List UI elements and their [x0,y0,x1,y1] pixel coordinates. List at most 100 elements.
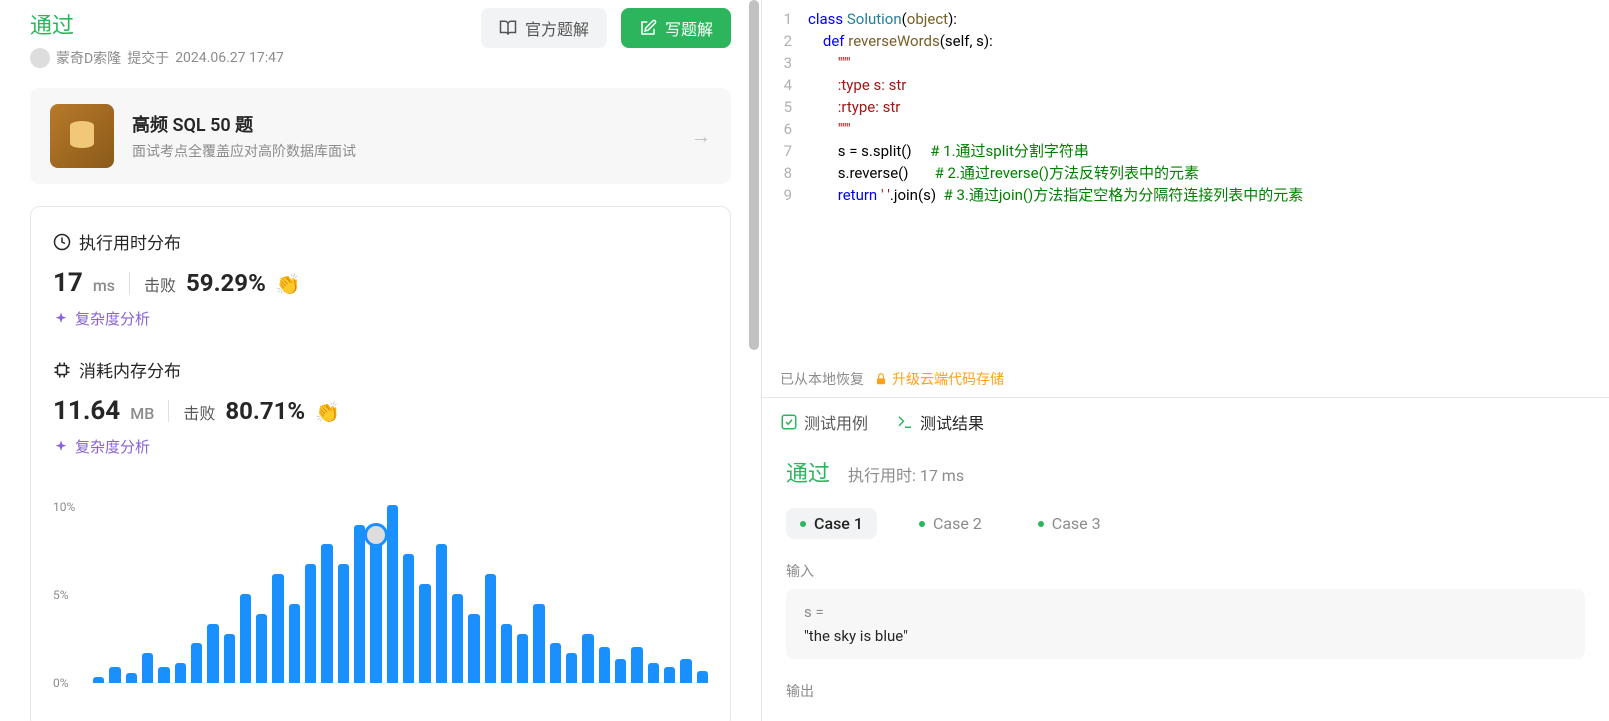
chart-bar[interactable] [289,604,300,683]
clock-icon [53,233,71,251]
runtime-beat: 59.29% [186,269,266,297]
chart-bar[interactable] [501,624,512,683]
chart-bar[interactable] [680,659,691,683]
chart-bar[interactable] [158,667,169,683]
submit-time: 2024.06.27 17:47 [175,50,284,66]
tab-testcase[interactable]: 测试用例 [780,410,868,434]
input-box[interactable]: s = "the sky is blue" [786,589,1585,659]
chart-bar[interactable] [93,677,104,683]
chart-bar[interactable] [452,594,463,683]
chart-bar[interactable] [256,614,267,683]
chart-bar[interactable] [648,663,659,683]
y-axis-label: 0% [53,676,69,690]
chart-bar[interactable] [599,647,610,683]
chart-marker [364,523,388,547]
promo-card[interactable]: 高频 SQL 50 题 面试考点全覆盖应对高阶数据库面试 → [30,88,731,184]
chart-bar[interactable] [240,594,251,683]
chart-bar[interactable] [126,673,137,683]
chart-bar[interactable] [615,659,626,683]
input-label: 输入 [786,561,1585,581]
sparkle-icon [53,439,69,455]
scrollbar[interactable] [747,0,761,721]
chip-icon [53,361,71,379]
check-square-icon [780,413,798,431]
promo-title: 高频 SQL 50 题 [132,111,673,137]
stats-card: 执行用时分布 17 ms 击败 59.29% 👏 复杂度分析 [30,206,731,721]
result-status: 通过 [786,456,830,488]
chart-bar[interactable] [224,634,235,684]
chart-bar[interactable] [664,667,675,683]
memory-beat-label: 击败 [183,400,215,424]
right-panel: 1class Solution(object):2 def reverseWor… [762,0,1609,721]
database-icon [50,104,114,168]
runtime-unit: ms [93,276,115,295]
left-panel: 通过 蒙奇D索隆 提交于 2024.06.27 17:47 官方题解 写题解 [0,0,762,721]
chart-bar[interactable] [566,653,577,683]
promo-subtitle: 面试考点全覆盖应对高阶数据库面试 [132,141,673,161]
chart-bar[interactable] [142,653,153,683]
status-accepted: 通过 [30,8,284,40]
chart-bar[interactable] [468,614,479,683]
input-value: "the sky is blue" [804,627,1567,645]
chart-bar[interactable] [207,624,218,683]
status-dot-icon [1038,521,1044,527]
complexity-link-runtime[interactable]: 复杂度分析 [53,308,708,329]
terminal-icon [896,413,914,431]
runtime-value: 17 [53,268,83,298]
chart-bar[interactable] [175,663,186,683]
restore-label: 已从本地恢复 [780,369,864,389]
chart-bar[interactable] [370,535,381,684]
author-name[interactable]: 蒙奇D索隆 [56,48,121,68]
y-axis-label: 10% [53,500,75,514]
chart-bar[interactable] [191,643,202,683]
output-label: 输出 [786,681,1585,701]
chart-bar[interactable] [550,643,561,683]
scrollbar-thumb[interactable] [749,0,759,350]
memory-value: 11.64 [53,396,120,426]
result-time: 执行用时: 17 ms [848,466,964,485]
runtime-beat-label: 击败 [144,272,176,296]
arrow-right-icon: → [691,124,711,149]
chart-bar[interactable] [419,584,430,683]
chart-bar[interactable] [517,634,528,684]
status-dot-icon [919,521,925,527]
book-icon [499,19,517,37]
upgrade-cloud-link[interactable]: 升级云端代码存储 [874,369,1004,389]
runtime-title: 执行用时分布 [79,229,181,254]
chart-bar[interactable] [354,525,365,683]
memory-distribution-chart[interactable]: 10% 5% 0% [53,485,708,705]
case-tab-3[interactable]: Case 3 [1024,508,1115,539]
clap-icon: 👏 [276,272,301,296]
chart-bar[interactable] [533,604,544,683]
chart-bar[interactable] [485,574,496,683]
chart-bar[interactable] [305,564,316,683]
tab-result[interactable]: 测试结果 [896,410,984,434]
chart-bar[interactable] [387,505,398,683]
chart-bar[interactable] [403,554,414,683]
edit-icon [639,19,657,37]
chart-bar[interactable] [436,544,447,683]
memory-title: 消耗内存分布 [79,357,181,382]
chart-bar[interactable] [338,564,349,683]
submit-label: 提交于 [127,48,169,68]
y-axis-label: 5% [53,588,69,602]
complexity-link-memory[interactable]: 复杂度分析 [53,436,708,457]
code-editor[interactable]: 1class Solution(object):2 def reverseWor… [762,0,1609,361]
chart-bar[interactable] [582,634,593,684]
official-solution-button[interactable]: 官方题解 [481,8,607,48]
sparkle-icon [53,311,69,327]
case-tab-2[interactable]: Case 2 [905,508,996,539]
chart-bar[interactable] [697,671,708,683]
memory-beat: 80.71% [225,397,305,425]
write-solution-button[interactable]: 写题解 [621,8,731,48]
chart-bar[interactable] [631,647,642,683]
chart-bar[interactable] [109,667,120,683]
lock-icon [874,372,888,386]
status-dot-icon [800,521,806,527]
input-var: s = [804,603,1567,621]
chart-bar[interactable] [272,574,283,683]
chart-bar[interactable] [321,544,332,683]
author-avatar[interactable] [30,48,50,68]
case-tab-1[interactable]: Case 1 [786,508,877,539]
memory-unit: MB [130,404,154,423]
